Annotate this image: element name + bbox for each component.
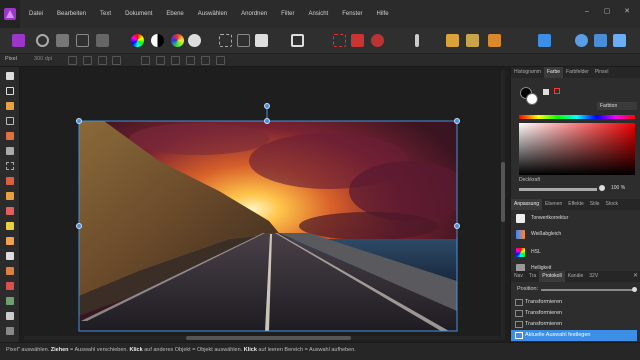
- opacity-value[interactable]: 100 %: [611, 185, 625, 191]
- tab-styles[interactable]: Stile: [587, 199, 603, 210]
- tab-histogram[interactable]: Histogramm: [511, 67, 544, 78]
- opacity-slider[interactable]: [519, 188, 597, 191]
- vertical-scrollbar[interactable]: [501, 70, 505, 340]
- history-item[interactable]: Transformieren: [511, 319, 637, 330]
- hue-slider[interactable]: [519, 115, 635, 119]
- horizontal-scrollbar[interactable]: [24, 336, 500, 340]
- transform-icon: [515, 310, 523, 317]
- color-panel-tabs: Histogramm Farbe Farbfelder Pinsel: [511, 67, 640, 78]
- tab-layers[interactable]: Ebenen: [542, 199, 565, 210]
- tab-32v[interactable]: 32V: [586, 271, 601, 282]
- selection-icon: [515, 332, 523, 339]
- tab-swatches[interactable]: Farbfelder: [563, 67, 592, 78]
- color-mode-select[interactable]: Farbton: [597, 102, 637, 110]
- tab-channels[interactable]: Kanäle: [565, 271, 587, 282]
- transform-icon: [515, 321, 523, 328]
- saturation-box[interactable]: [519, 123, 635, 175]
- adjust-white-balance[interactable]: Weißabgleich: [511, 227, 640, 242]
- adjust-hsl[interactable]: HSL: [511, 245, 640, 260]
- secondary-color-swatch[interactable]: [526, 93, 538, 105]
- position-label: Position:: [517, 286, 539, 292]
- history-position-slider[interactable]: [541, 289, 635, 291]
- tab-adjustment[interactable]: Anpassung: [511, 199, 543, 210]
- status-bar: Pixel" auswählen. Ziehen = Auswahl versc…: [0, 342, 640, 360]
- hsl-adjust-icon: [516, 248, 525, 257]
- levels-icon: [516, 214, 525, 223]
- history-panel-tabs: Nav Tra Protokoll Kanäle 32V ✕: [511, 271, 640, 282]
- adjust-levels[interactable]: Tonwertkorrektur: [511, 211, 640, 226]
- tab-effects[interactable]: Effekte: [565, 199, 586, 210]
- tab-color[interactable]: Farbe: [543, 67, 564, 78]
- history-item[interactable]: Transformieren: [511, 297, 637, 308]
- studio-panel: Histogramm Farbe Farbfelder Pinsel Farbt…: [510, 67, 640, 342]
- white-balance-adjust-icon: [516, 230, 525, 239]
- history-position-knob[interactable]: [632, 287, 637, 292]
- opacity-label: Deckkraft: [519, 177, 541, 183]
- tab-transform[interactable]: Tra: [526, 271, 539, 282]
- tab-navigator[interactable]: Nav: [511, 271, 526, 282]
- panel-close-icon[interactable]: ✕: [633, 271, 638, 282]
- tab-brushes[interactable]: Pinsel: [592, 67, 612, 78]
- adjust-panel-tabs: Anpassung Ebenen Effekte Stile Stock: [511, 199, 640, 210]
- transform-icon: [515, 299, 523, 306]
- tab-history[interactable]: Protokoll: [539, 271, 565, 282]
- history-item[interactable]: Transformieren: [511, 308, 637, 319]
- no-fill-icon[interactable]: [554, 88, 560, 94]
- history-item-selected[interactable]: Aktuelle Auswahl festlegen: [511, 330, 637, 341]
- opacity-knob[interactable]: [599, 185, 605, 191]
- swap-colors-icon[interactable]: [543, 89, 549, 95]
- rotate-handle[interactable]: [264, 103, 270, 109]
- tab-stock[interactable]: Stock: [603, 199, 622, 210]
- status-hint: Pixel" auswählen. Ziehen = Auswahl versc…: [6, 347, 356, 353]
